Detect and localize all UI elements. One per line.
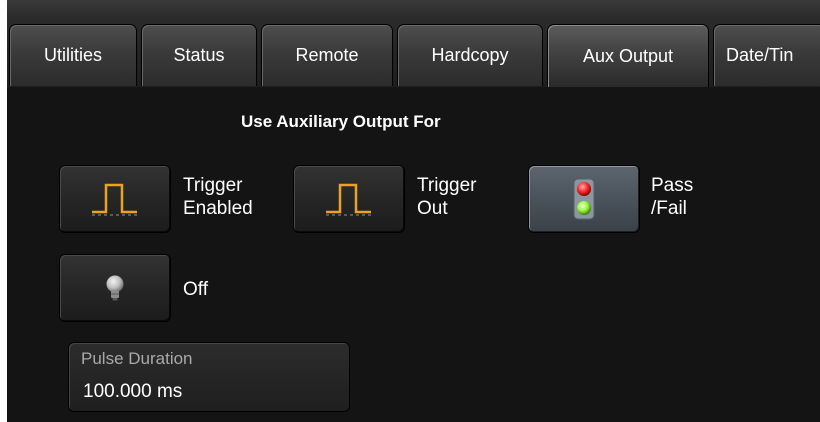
trigger-enabled-label: Trigger Enabled [183,175,253,219]
tab-aux-output[interactable]: Aux Output [547,24,709,87]
traffic-light-icon [573,178,595,220]
pulse-icon [326,183,371,216]
pulse-duration-field[interactable]: Pulse Duration 100.000 ms [68,342,350,412]
bulb-off-icon [106,275,124,301]
tab-bar: Utilities Status Remote Hardcopy Aux Out… [7,0,820,87]
tab-utilities[interactable]: Utilities [9,24,137,86]
section-title: Use Auxiliary Output For [241,112,441,131]
tab-date-time[interactable]: Date/Tin [713,24,820,86]
trigger-out-label: Trigger Out [417,175,477,219]
trigger-out-button[interactable] [293,165,405,233]
pulse-duration-value[interactable]: 100.000 ms [83,381,182,403]
pulse-icon [92,183,137,216]
off-label: Off [183,279,208,300]
off-button[interactable] [59,254,171,322]
tab-hardcopy[interactable]: Hardcopy [397,24,543,86]
pulse-duration-label: Pulse Duration [81,349,193,368]
tab-status[interactable]: Status [141,24,257,86]
aux-output-dialog: Utilities Status Remote Hardcopy Aux Out… [7,0,820,422]
trigger-enabled-button[interactable] [59,165,171,233]
tab-remote[interactable]: Remote [261,24,393,86]
pass-fail-button[interactable] [528,165,640,233]
pass-fail-label: Pass /Fail [651,175,694,219]
